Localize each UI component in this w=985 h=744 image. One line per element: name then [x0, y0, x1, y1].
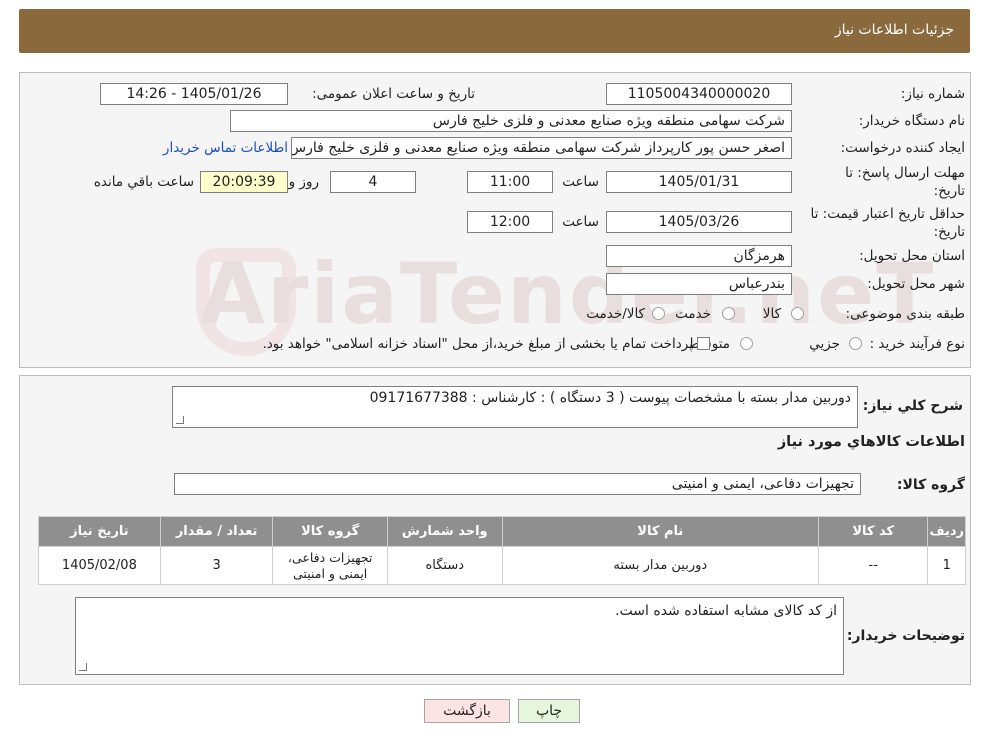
announce-datetime-field[interactable]: 1405/01/26 - 14:26	[100, 83, 288, 105]
resize-handle-icon[interactable]	[176, 416, 184, 424]
need-number-label: شماره نیاز:	[900, 86, 965, 102]
deadline-label-date: تاریخ:	[933, 183, 965, 199]
col-item-name: نام کالا	[501, 516, 819, 547]
requester-label: ایجاد کننده درخواست:	[840, 140, 965, 156]
col-item-group: گروه کالا	[272, 516, 388, 547]
process-medium-radio[interactable]	[740, 337, 753, 350]
province-label: استان محل تحویل:	[859, 248, 965, 264]
page-header: جزئیات اطلاعات نیاز	[19, 9, 970, 53]
treasury-checkbox[interactable]	[697, 337, 710, 350]
process-minor-label: جزیي	[809, 336, 840, 352]
category-goods-service-radio[interactable]	[652, 307, 665, 320]
item-group-field[interactable]: تجهیزات دفاعی، ایمنی و امنیتی	[174, 473, 861, 495]
deadline-time-field[interactable]: 11:00	[467, 171, 553, 193]
resize-handle-icon[interactable]	[79, 663, 87, 671]
table-row: 1 -- دوربین مدار بسته دستگاه تجهیزات دفا…	[38, 546, 966, 585]
days-remaining-field[interactable]: 4	[330, 171, 416, 193]
category-goods-radio[interactable]	[791, 307, 804, 320]
cell-need-date: 1405/02/08	[38, 546, 161, 585]
requester-field[interactable]: اصغر حسن پور کارپرداز شرکت سهامی منطقه و…	[291, 137, 792, 159]
need-number-field[interactable]: 1105004340000020	[606, 83, 792, 105]
items-table-wrapper: ردیف کد کالا نام کالا واحد شمارش گروه کا…	[38, 516, 966, 585]
buyer-org-field[interactable]: شرکت سهامی منطقه ویژه صنایع معدنی و فلزی…	[230, 110, 792, 132]
item-group-label: گروه کالا:	[896, 477, 965, 493]
buyer-notes-text: از کد کالای مشابه استفاده شده است.	[615, 603, 837, 619]
description-text: دوربین مدار بسته با مشخصات پیوست ( 3 دست…	[369, 390, 851, 406]
price-validity-label-date: تاریخ:	[933, 224, 965, 240]
remaining-time-field[interactable]: 20:09:39	[200, 171, 288, 193]
cell-row-number: 1	[927, 546, 966, 585]
cell-item-code: --	[817, 546, 929, 585]
announce-datetime-label: تاریخ و ساعت اعلان عمومی:	[312, 86, 475, 102]
process-minor-radio[interactable]	[849, 337, 862, 350]
province-field[interactable]: هرمزگان	[606, 245, 792, 267]
city-label: شهر محل تحویل:	[867, 276, 965, 292]
cell-item-name: دوربین مدار بسته	[501, 546, 819, 585]
page-title: جزئیات اطلاعات نیاز	[834, 22, 954, 38]
price-validity-time-field[interactable]: 12:00	[467, 211, 553, 233]
cell-quantity: 3	[159, 546, 274, 585]
days-label: روز و	[288, 174, 319, 190]
description-field[interactable]: دوربین مدار بسته با مشخصات پیوست ( 3 دست…	[172, 386, 858, 428]
col-need-date: تاریخ نیاز	[38, 516, 161, 547]
city-field[interactable]: بندرعباس	[606, 273, 792, 295]
buyer-contact-link[interactable]: اطلاعات تماس خریدار	[163, 140, 288, 156]
category-goods-label: کالا	[762, 306, 781, 322]
deadline-label: مهلت ارسال پاسخ: تا	[845, 165, 965, 181]
category-label: طبقه بندی موضوعی:	[845, 306, 965, 322]
category-service-label: خدمت	[675, 306, 711, 322]
description-label: شرح کلي نياز:	[862, 398, 963, 414]
price-validity-date-field[interactable]: 1405/03/26	[606, 211, 792, 233]
deadline-date-field[interactable]: 1405/01/31	[606, 171, 792, 193]
cell-item-group: تجهیزات دفاعی، ایمنی و امنیتی	[272, 546, 388, 585]
print-button[interactable]: چاپ	[518, 699, 580, 723]
col-row-number: ردیف	[927, 516, 966, 547]
col-unit: واحد شمارش	[386, 516, 503, 547]
items-section-title: اطلاعات کالاهاي مورد نياز	[777, 434, 965, 450]
deadline-time-label: ساعت	[562, 174, 599, 190]
buyer-notes-label: توضیحات خریدار:	[846, 628, 965, 644]
back-button[interactable]: بازگشت	[424, 699, 510, 723]
price-validity-time-label: ساعت	[562, 214, 599, 230]
cell-unit: دستگاه	[386, 546, 503, 585]
items-table: ردیف کد کالا نام کالا واحد شمارش گروه کا…	[38, 516, 966, 585]
buyer-org-label: نام دستگاه خریدار:	[858, 113, 965, 129]
col-quantity: تعداد / مقدار	[159, 516, 274, 547]
remaining-time-label: ساعت باقي مانده	[93, 174, 194, 190]
col-item-code: کد کالا	[817, 516, 929, 547]
category-goods-service-label: کالا/خدمت	[586, 306, 645, 322]
process-note: پرداخت تمام یا بخشی از مبلغ خرید،از محل …	[262, 336, 693, 352]
process-type-label: نوع فرآیند خرید :	[869, 336, 965, 352]
table-header-row: ردیف کد کالا نام کالا واحد شمارش گروه کا…	[38, 516, 966, 547]
category-service-radio[interactable]	[722, 307, 735, 320]
buyer-notes-field[interactable]: از کد کالای مشابه استفاده شده است.	[75, 597, 844, 675]
price-validity-label: حداقل تاریخ اعتبار قیمت: تا	[810, 206, 965, 222]
